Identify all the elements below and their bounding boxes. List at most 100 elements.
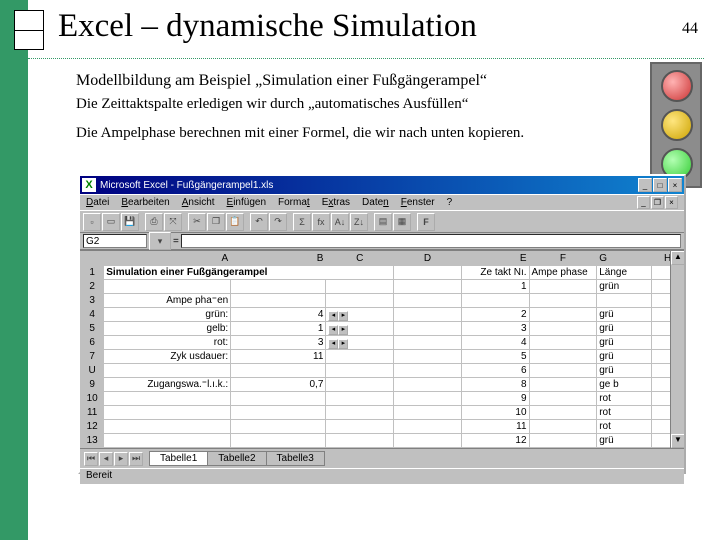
cell[interactable]: 2 xyxy=(461,308,529,322)
cell[interactable]: rot xyxy=(597,406,652,420)
cell[interactable]: grü xyxy=(597,336,652,350)
toolbar-save-icon[interactable]: 💾 xyxy=(121,213,139,231)
col-header-B[interactable]: B xyxy=(231,252,326,266)
close-button[interactable]: × xyxy=(668,178,682,192)
select-all-cell[interactable] xyxy=(81,252,104,266)
cell[interactable]: 3 xyxy=(461,322,529,336)
cell[interactable]: rot: xyxy=(104,336,231,350)
toolbar-redo-icon[interactable]: ↷ xyxy=(269,213,287,231)
cell[interactable]: ge b xyxy=(597,378,652,392)
toolbar-bold-icon[interactable]: F xyxy=(417,213,435,231)
cell[interactable]: Ampe pha⁼en xyxy=(104,294,231,308)
row-header[interactable]: 2 xyxy=(81,280,104,294)
cell[interactable]: 8 xyxy=(461,378,529,392)
row-header[interactable]: 5 xyxy=(81,322,104,336)
toolbar-paste-icon[interactable]: 📋 xyxy=(226,213,244,231)
row-header[interactable]: 4 xyxy=(81,308,104,322)
cell[interactable]: grü xyxy=(597,364,652,378)
col-header-E[interactable]: E xyxy=(461,252,529,266)
cell[interactable]: 4 xyxy=(231,308,326,322)
tab-last-icon[interactable]: ⏭ xyxy=(129,452,143,466)
row-header[interactable]: 13 xyxy=(81,434,104,448)
row-header[interactable]: 9 xyxy=(81,378,104,392)
spreadsheet-grid[interactable]: A B C D E F G H 1Simulation einer Fußgän… xyxy=(80,250,684,448)
toolbar-fx-icon[interactable]: fx xyxy=(312,213,330,231)
cell[interactable]: 11 xyxy=(231,350,326,364)
toolbar-copy-icon[interactable]: ❐ xyxy=(207,213,225,231)
cell[interactable]: 1 xyxy=(461,280,529,294)
toolbar-print-icon[interactable]: ⎙ xyxy=(145,213,163,231)
minimize-button[interactable]: _ xyxy=(638,178,652,192)
cell[interactable]: 1 xyxy=(231,322,326,336)
spinner-gruen[interactable]: ◂▸ xyxy=(328,309,352,321)
scroll-down-icon[interactable]: ▼ xyxy=(671,434,684,448)
toolbar-undo-icon[interactable]: ↶ xyxy=(250,213,268,231)
cell[interactable]: 0,7 xyxy=(231,378,326,392)
toolbar-new-icon[interactable]: ▫ xyxy=(83,213,101,231)
menu-datei[interactable]: DDateiatei xyxy=(86,197,109,208)
sheet-tab-1[interactable]: Tabelle1 xyxy=(149,451,208,466)
menu-help[interactable]: ? xyxy=(447,197,453,208)
sheet-tab-2[interactable]: Tabelle2 xyxy=(207,451,266,466)
cell[interactable]: grü xyxy=(597,308,652,322)
cell[interactable]: grü xyxy=(597,350,652,364)
col-header-D[interactable]: D xyxy=(394,252,462,266)
col-header-G[interactable]: G xyxy=(597,252,652,266)
scroll-up-icon[interactable]: ▲ xyxy=(671,251,684,265)
doc-minimize-button[interactable]: _ xyxy=(637,196,650,209)
cell[interactable]: Zugangswa.⁼l.ı.k.: xyxy=(104,378,231,392)
cell[interactable]: 4 xyxy=(461,336,529,350)
cell[interactable]: Ze takt Nı. xyxy=(461,266,529,280)
cell[interactable]: 12 xyxy=(461,434,529,448)
cell[interactable]: 3 xyxy=(231,336,326,350)
toolbar-sort-desc-icon[interactable]: Z↓ xyxy=(350,213,368,231)
menu-einfuegen[interactable]: Einfügen xyxy=(227,197,266,208)
cell[interactable]: 11 xyxy=(461,420,529,434)
cell[interactable]: rot xyxy=(597,392,652,406)
cell[interactable]: 5 xyxy=(461,350,529,364)
toolbar-preview-icon[interactable]: ⤧ xyxy=(164,213,182,231)
cell[interactable]: Länge xyxy=(597,266,652,280)
fx-dropdown-icon[interactable]: ▾ xyxy=(149,232,171,250)
tab-prev-icon[interactable]: ◂ xyxy=(99,452,113,466)
cell[interactable]: grün xyxy=(597,280,652,294)
spinner-rot[interactable]: ◂▸ xyxy=(328,337,352,349)
row-header[interactable]: 3 xyxy=(81,294,104,308)
cell[interactable]: Simulation einer Fußgängerampel xyxy=(104,266,394,280)
name-box[interactable] xyxy=(83,234,147,248)
col-header-C[interactable]: C xyxy=(326,252,394,266)
menu-format[interactable]: Format xyxy=(278,197,310,208)
menu-ansicht[interactable]: Ansicht xyxy=(182,197,215,208)
row-header[interactable]: U xyxy=(81,364,104,378)
toolbar-sum-icon[interactable]: Σ xyxy=(293,213,311,231)
toolbar-cut-icon[interactable]: ✂ xyxy=(188,213,206,231)
formula-input[interactable] xyxy=(181,234,681,248)
cell[interactable]: Zyk usdauer: xyxy=(104,350,231,364)
cell[interactable]: 6 xyxy=(461,364,529,378)
menu-extras[interactable]: Extras xyxy=(322,197,350,208)
cell[interactable]: 10 xyxy=(461,406,529,420)
cell[interactable]: rot xyxy=(597,420,652,434)
toolbar-open-icon[interactable]: ▭ xyxy=(102,213,120,231)
cell[interactable]: gelb: xyxy=(104,322,231,336)
tab-next-icon[interactable]: ▸ xyxy=(114,452,128,466)
sheet-tab-3[interactable]: Tabelle3 xyxy=(266,451,325,466)
toolbar-map-icon[interactable]: ▦ xyxy=(393,213,411,231)
cell[interactable]: grü xyxy=(597,322,652,336)
cell[interactable]: grün: xyxy=(104,308,231,322)
cell[interactable]: Ampe phase xyxy=(529,266,597,280)
maximize-button[interactable]: □ xyxy=(653,178,667,192)
toolbar-chart-icon[interactable]: ▤ xyxy=(374,213,392,231)
vertical-scrollbar[interactable]: ▲ ▼ xyxy=(670,251,684,448)
row-header[interactable]: 7 xyxy=(81,350,104,364)
col-header-A[interactable]: A xyxy=(104,252,231,266)
row-header[interactable]: 6 xyxy=(81,336,104,350)
cell[interactable]: 9 xyxy=(461,392,529,406)
row-header[interactable]: 11 xyxy=(81,406,104,420)
menu-bearbeiten[interactable]: Bearbeiten xyxy=(121,197,169,208)
row-header[interactable]: 10 xyxy=(81,392,104,406)
doc-restore-button[interactable]: ❐ xyxy=(651,196,664,209)
tab-first-icon[interactable]: ⏮ xyxy=(84,452,98,466)
col-header-F[interactable]: F xyxy=(529,252,597,266)
toolbar-sort-asc-icon[interactable]: A↓ xyxy=(331,213,349,231)
